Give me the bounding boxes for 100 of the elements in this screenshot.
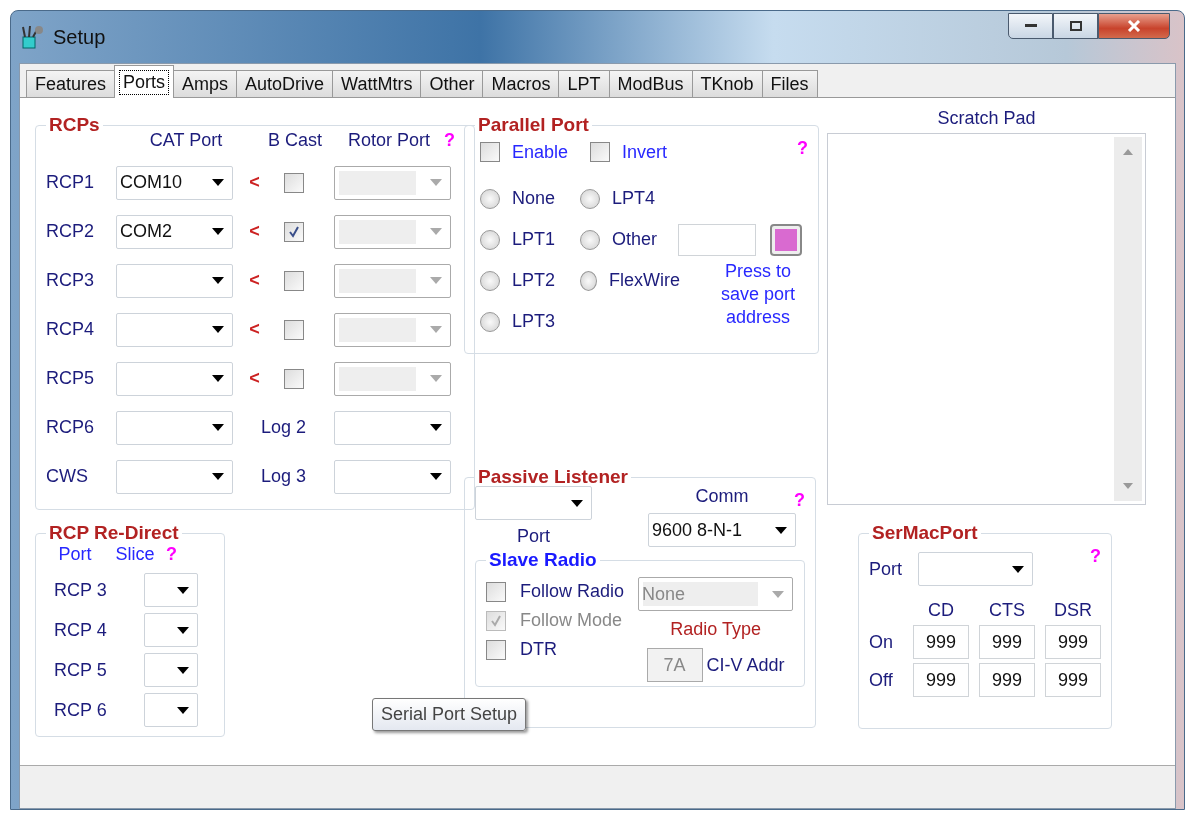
tooltip: Serial Port Setup bbox=[372, 698, 527, 731]
caret-icon bbox=[430, 375, 442, 382]
tab[interactable]: Other bbox=[420, 70, 484, 97]
close-button[interactable] bbox=[1098, 13, 1170, 39]
radio-label: FlexWire bbox=[609, 270, 680, 291]
check-icon bbox=[287, 224, 301, 239]
caret-icon bbox=[430, 424, 442, 431]
row-label: RCP2 bbox=[46, 221, 95, 242]
checkbox[interactable] bbox=[284, 221, 304, 242]
radio-button[interactable] bbox=[580, 188, 600, 209]
checkbox[interactable] bbox=[590, 142, 611, 162]
radio-label: LPT4 bbox=[612, 188, 656, 209]
number-field[interactable]: 999 bbox=[1045, 625, 1101, 659]
check-icon bbox=[489, 613, 503, 628]
column-header: CTS bbox=[988, 600, 1026, 621]
caret-icon bbox=[177, 666, 189, 674]
number-field[interactable]: 999 bbox=[979, 663, 1035, 697]
tools-cup-icon bbox=[19, 24, 45, 50]
checkbox[interactable] bbox=[284, 368, 304, 389]
radio-label: LPT3 bbox=[512, 311, 556, 332]
dropdown[interactable] bbox=[144, 653, 198, 687]
group-title: RCP Re-Direct bbox=[48, 522, 180, 544]
scroll-down-icon[interactable] bbox=[1123, 483, 1133, 489]
tab[interactable]: LPT bbox=[558, 70, 610, 97]
column-header: CAT Port bbox=[148, 130, 224, 152]
group-title: Passive Listener bbox=[477, 466, 629, 488]
tab[interactable]: Macros bbox=[482, 70, 560, 97]
row-label: RCP1 bbox=[46, 172, 95, 193]
checkbox[interactable] bbox=[284, 270, 304, 291]
dropdown[interactable] bbox=[144, 693, 198, 727]
checkbox[interactable] bbox=[284, 319, 304, 340]
radio-button[interactable] bbox=[480, 188, 500, 209]
scroll-up-icon[interactable] bbox=[1123, 149, 1133, 155]
row-label: RCP6 bbox=[46, 417, 95, 438]
checkbox[interactable] bbox=[480, 142, 500, 162]
checkbox[interactable] bbox=[486, 581, 506, 602]
row-label: RCP4 bbox=[46, 319, 95, 340]
tab[interactable]: AutoDrive bbox=[236, 70, 334, 97]
row-label: CWS bbox=[46, 466, 89, 487]
arrow-label: < bbox=[248, 172, 261, 193]
radio-label: LPT1 bbox=[512, 229, 556, 250]
tab[interactable]: Amps bbox=[173, 70, 238, 97]
column-header: B Cast bbox=[267, 130, 323, 152]
row-label: RCP 4 bbox=[53, 619, 108, 641]
checkbox-label: Invert bbox=[622, 141, 668, 163]
arrow-label: < bbox=[248, 270, 261, 291]
radio-button[interactable] bbox=[480, 270, 500, 291]
scratch-pad-field[interactable] bbox=[827, 133, 1146, 505]
scrollbar[interactable] bbox=[1114, 137, 1142, 501]
dropdown[interactable]: COM10 bbox=[116, 165, 233, 200]
tab[interactable]: ModBus bbox=[608, 70, 693, 97]
column-header: Rotor Port bbox=[347, 130, 431, 152]
number-field[interactable]: 999 bbox=[913, 625, 969, 659]
number-field[interactable]: 999 bbox=[1045, 663, 1101, 697]
row-label: RCP 6 bbox=[53, 699, 108, 721]
row-label: RCP5 bbox=[46, 368, 95, 389]
arrow-label: < bbox=[248, 221, 261, 242]
log-label: Log 2 bbox=[259, 417, 307, 438]
group-title: Parallel Port bbox=[477, 114, 590, 136]
address-field[interactable] bbox=[678, 223, 756, 256]
row-label: RCP 5 bbox=[53, 659, 108, 681]
checkbox-label: Follow Radio bbox=[520, 581, 625, 602]
number-field[interactable]: 999 bbox=[979, 625, 1035, 659]
dropdown[interactable]: 9600 8-N-1 bbox=[648, 513, 796, 547]
column-header: Port bbox=[57, 544, 93, 566]
arrow-label: < bbox=[248, 319, 261, 340]
radio-label: None bbox=[512, 188, 556, 209]
checkbox-label: Enable bbox=[512, 141, 569, 163]
dropdown[interactable]: COM2 bbox=[116, 214, 233, 249]
dropdown[interactable] bbox=[144, 613, 198, 647]
checkbox[interactable] bbox=[486, 639, 506, 660]
radio-button[interactable] bbox=[580, 229, 600, 250]
caret-icon bbox=[177, 586, 189, 594]
caret-icon bbox=[772, 590, 785, 598]
row-label: RCP 3 bbox=[53, 579, 108, 601]
radio-button[interactable] bbox=[480, 311, 500, 332]
radio-label: LPT2 bbox=[512, 270, 556, 291]
caret-icon bbox=[430, 228, 442, 235]
column-header: Slice bbox=[114, 544, 156, 566]
row-label: On bbox=[869, 631, 894, 653]
group-title: RCPs bbox=[48, 114, 101, 136]
tab[interactable]: Features bbox=[26, 70, 116, 97]
dropdown[interactable] bbox=[144, 573, 198, 607]
tab[interactable]: WattMtrs bbox=[332, 70, 422, 97]
number-field[interactable]: 999 bbox=[913, 663, 969, 697]
radio-button[interactable] bbox=[480, 229, 500, 250]
minimize-button[interactable] bbox=[1008, 13, 1053, 39]
close-icon bbox=[1127, 20, 1141, 32]
caret-icon bbox=[212, 424, 224, 431]
maximize-button[interactable] bbox=[1053, 13, 1098, 39]
row-label: Off bbox=[869, 669, 894, 691]
caret-icon bbox=[212, 179, 224, 186]
save-button[interactable] bbox=[770, 223, 802, 256]
tab[interactable]: Ports bbox=[114, 65, 175, 98]
caret-icon bbox=[177, 626, 189, 634]
checkbox[interactable] bbox=[284, 172, 304, 193]
radio-button[interactable] bbox=[580, 270, 597, 291]
tab[interactable]: Files bbox=[761, 70, 818, 97]
caret-icon bbox=[775, 526, 787, 534]
tab[interactable]: TKnob bbox=[691, 70, 763, 97]
